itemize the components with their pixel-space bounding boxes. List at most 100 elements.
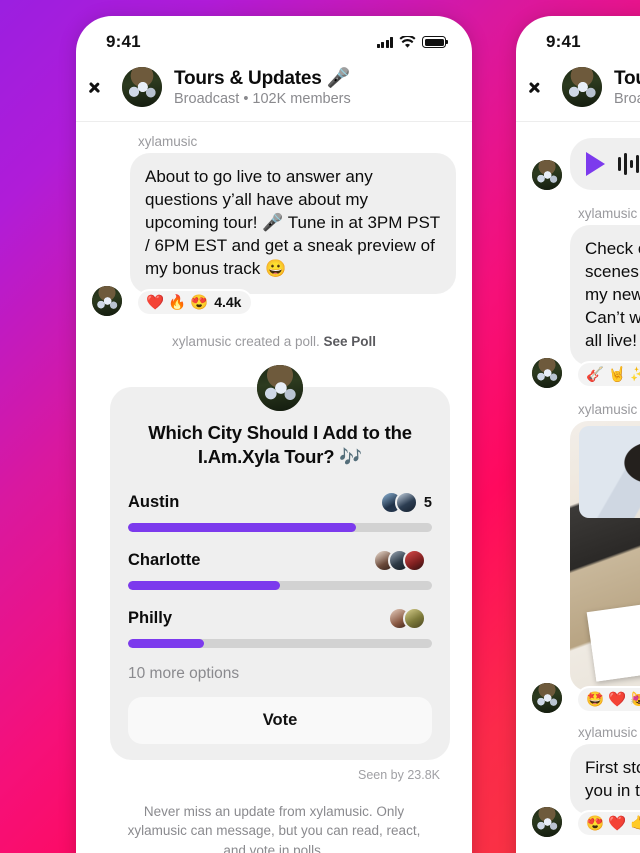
- message-content: 🤩 ❤️ 😻: [570, 420, 640, 713]
- chat-header-text: Tours & Updates 🎤 Broadcast • 102K membe…: [614, 66, 640, 107]
- reaction-pill[interactable]: ❤️ 🔥 😍 4.4k: [136, 288, 254, 316]
- message-bubble[interactable]: About to go live to answer any questions…: [130, 153, 456, 294]
- voter-avatar: [394, 491, 418, 515]
- audio-waveform-icon: [618, 151, 640, 177]
- poll-notice-text: xylamusic created a poll.: [171, 333, 320, 349]
- message-bubble[interactable]: Check out the behind the scenes from the…: [570, 225, 640, 366]
- reaction-emoji: ❤️: [608, 691, 627, 708]
- reaction-emoji: 😻: [630, 691, 640, 708]
- see-poll-link[interactable]: See Poll: [324, 334, 377, 349]
- phone-card-right: 9:41 Tours & Updates 🎤 Broadcast • 102K …: [516, 16, 640, 853]
- message-row: [532, 138, 640, 190]
- poll-progress-bar: [128, 522, 432, 532]
- page-title: Tours & Updates 🎤: [174, 68, 351, 89]
- poll-message: Which City Should I Add to the I.Am.Xyla…: [110, 364, 450, 782]
- voter-avatar: [403, 549, 426, 573]
- message-content: First stop on the tour — see you in the …: [570, 743, 640, 837]
- reaction-pill[interactable]: 😍 ❤️ 🤙: [576, 809, 640, 837]
- poll-progress-fill: [128, 522, 356, 532]
- poll-option[interactable]: Charlotte: [128, 549, 432, 590]
- avatar[interactable]: [532, 682, 562, 713]
- chat-header: Tours & Updates 🎤 Broadcast • 102K membe…: [76, 60, 472, 122]
- vote-button[interactable]: Vote: [128, 696, 432, 744]
- message-content: [570, 138, 640, 190]
- poll-progress-bar: [128, 580, 432, 590]
- broadcast-footer-note: Never miss an update from xylamusic. Onl…: [532, 837, 640, 853]
- reaction-pill[interactable]: 🤩 ❤️ 😻: [576, 685, 640, 713]
- status-bar-clock: 9:41: [106, 32, 141, 51]
- message-content: Check out the behind the scenes from the…: [570, 225, 640, 388]
- poll-progress-fill: [128, 580, 280, 590]
- poll-created-notice: xylamusic created a poll. See Poll: [92, 334, 456, 349]
- seen-by-label: Seen by 23.8K: [357, 767, 440, 782]
- avatar[interactable]: [257, 364, 303, 411]
- chat-header: Tours & Updates 🎤 Broadcast • 102K membe…: [516, 60, 640, 122]
- avatar[interactable]: [532, 357, 562, 388]
- reaction-emoji: 🤘: [608, 366, 627, 383]
- poll-option-label: Charlotte: [128, 551, 201, 570]
- reaction-emoji: ❤️: [146, 294, 165, 311]
- message-sender: xylamusic: [578, 401, 638, 417]
- poll-progress-fill: [128, 638, 204, 648]
- reaction-emoji: 🤙: [630, 815, 640, 832]
- wifi-icon: [399, 35, 416, 48]
- photo-message[interactable]: [570, 420, 640, 691]
- poll-progress-bar: [128, 638, 432, 648]
- poll-avatar-wrap: [110, 364, 450, 411]
- back-chevron-icon[interactable]: [96, 76, 110, 98]
- reaction-count: 4.4k: [214, 294, 242, 311]
- chat-subtitle: Broadcast • 102K members: [614, 91, 640, 107]
- message-content: About to go live to answer any questions…: [130, 153, 456, 316]
- poll-question: Which City Should I Add to the I.Am.Xyla…: [148, 421, 412, 467]
- reaction-emoji: ❤️: [608, 815, 627, 832]
- status-bar: 9:41: [76, 16, 472, 60]
- chat-subtitle: Broadcast • 102K members: [174, 91, 351, 107]
- poll-option[interactable]: Philly: [128, 607, 432, 648]
- message-row: Check out the behind the scenes from the…: [532, 225, 640, 388]
- message-bubble[interactable]: First stop on the tour — see you in the …: [570, 743, 640, 815]
- reaction-emoji: ✨: [630, 366, 640, 383]
- status-bar: 9:41: [516, 16, 640, 60]
- avatar[interactable]: [92, 285, 122, 316]
- voice-message-bubble[interactable]: [570, 138, 640, 190]
- reaction-emoji: 🎸: [586, 366, 605, 383]
- message-sender: xylamusic: [138, 134, 198, 149]
- poll-option-label: Austin: [128, 493, 180, 512]
- message-sender: xylamusic: [578, 724, 638, 740]
- message-row: First stop on the tour — see you in the …: [532, 743, 640, 837]
- reaction-pill[interactable]: 🎸 🤘 ✨: [576, 360, 640, 388]
- message-row: 🤩 ❤️ 😻: [532, 420, 640, 713]
- poll-card: Which City Should I Add to the I.Am.Xyla…: [110, 386, 450, 760]
- reaction-emoji: 🔥: [168, 294, 187, 311]
- avatar[interactable]: [532, 806, 562, 837]
- message-thread: xylamusic Check out the behind the scene…: [516, 122, 640, 853]
- chat-header-text: Tours & Updates 🎤 Broadcast • 102K membe…: [174, 66, 351, 107]
- poll-option-header: Charlotte: [128, 549, 432, 573]
- battery-icon: [422, 36, 449, 48]
- message-thread: xylamusic About to go live to answer any…: [76, 122, 472, 853]
- voter-avatar: [403, 607, 426, 631]
- phone-card-left: 9:41 Tours & Updates 🎤 Broadcast • 102K …: [76, 16, 472, 853]
- poll-voter-avatars[interactable]: 5: [379, 491, 432, 515]
- message-row: About to go live to answer any questions…: [92, 153, 456, 316]
- poll-voter-avatars[interactable]: [388, 607, 432, 631]
- poll-option-label: Philly: [128, 609, 173, 628]
- avatar[interactable]: [532, 160, 562, 190]
- avatar[interactable]: [562, 66, 602, 107]
- status-bar-clock: 9:41: [546, 32, 581, 51]
- poll-option[interactable]: Austin 5: [128, 491, 432, 532]
- poll-voter-avatars[interactable]: [373, 549, 432, 573]
- poll-option-count: 5: [423, 494, 432, 511]
- play-icon[interactable]: [586, 152, 605, 176]
- message-sender: xylamusic: [578, 206, 638, 221]
- page-title: Tours & Updates 🎤: [614, 68, 640, 89]
- reaction-emoji: 🤩: [586, 691, 605, 708]
- back-chevron-icon[interactable]: [536, 76, 550, 98]
- status-bar-icons: [376, 35, 449, 49]
- more-options-link[interactable]: 10 more options: [128, 665, 432, 683]
- avatar[interactable]: [122, 66, 162, 107]
- poll-option-header: Philly: [128, 607, 432, 631]
- reaction-emoji: 😍: [586, 815, 605, 832]
- reaction-emoji: 😍: [190, 294, 209, 311]
- signal-bars-icon: [376, 36, 393, 48]
